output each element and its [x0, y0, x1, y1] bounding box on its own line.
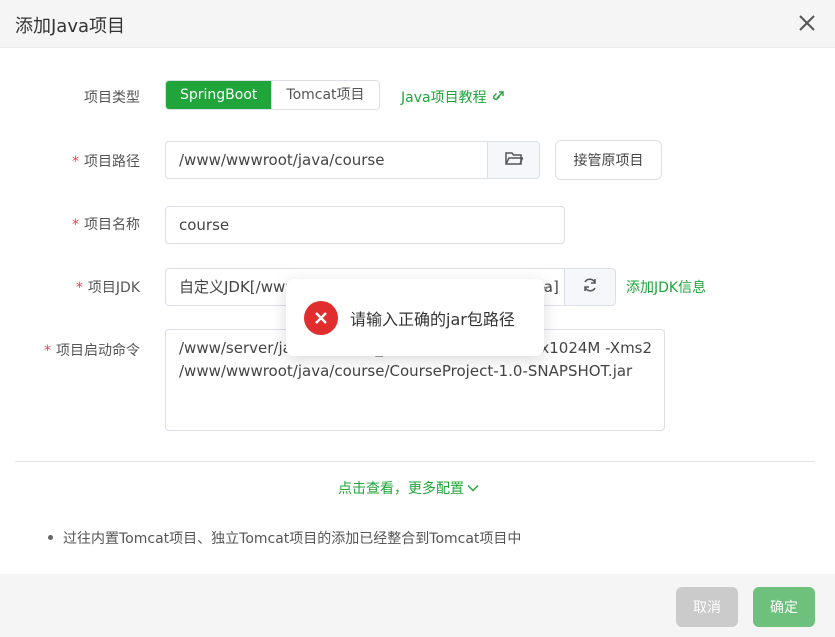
project-path-label: * 项目路径 [72, 154, 140, 170]
divider [15, 461, 815, 462]
option-springboot[interactable]: SpringBoot [166, 81, 272, 109]
project-jdk-label: * 项目JDK [75, 280, 140, 296]
required-mark: * [75, 280, 83, 296]
dialog-title: 添加Java项目 [15, 16, 126, 37]
info-note: 过往内置Tomcat项目、独立Tomcat项目的添加已经整合到Tomcat项目中 [48, 528, 521, 548]
project-type-selector: SpringBoot Tomcat项目 [165, 80, 380, 110]
cancel-button[interactable]: 取消 [676, 587, 738, 627]
chevron-down-icon [464, 481, 480, 497]
project-type-label: 项目类型 [84, 90, 140, 106]
refresh-icon [582, 277, 598, 297]
add-jdk-link[interactable]: 添加JDK信息 [626, 277, 706, 297]
project-name-label: * 项目名称 [72, 217, 140, 233]
folder-icon [504, 150, 524, 170]
required-mark: * [72, 217, 79, 233]
error-toast: 请输入正确的jar包路径 [286, 279, 544, 356]
takeover-project-button[interactable]: 接管原项目 [555, 140, 662, 180]
refresh-jdk-button[interactable] [564, 268, 616, 306]
close-icon[interactable] [797, 13, 817, 33]
external-link-icon [487, 90, 505, 106]
required-mark: * [44, 343, 51, 359]
bullet-icon [48, 535, 53, 540]
project-path-input[interactable]: /www/wwwroot/java/course [165, 141, 489, 179]
start-command-label: * 项目启动命令 [44, 343, 140, 359]
toast-message: 请输入正确的jar包路径 [350, 309, 515, 329]
project-name-input[interactable]: course [165, 206, 565, 244]
command-line-2: /www/wwwroot/java/course/CourseProject-1… [179, 362, 633, 380]
option-tomcat[interactable]: Tomcat项目 [271, 81, 379, 109]
folder-picker-button[interactable] [487, 141, 540, 179]
dialog-header: 添加Java项目 [0, 0, 835, 48]
confirm-button[interactable]: 确定 [753, 587, 815, 627]
required-mark: * [72, 154, 79, 170]
error-icon [304, 300, 338, 335]
java-tutorial-link[interactable]: Java项目教程 [401, 87, 505, 107]
more-config-toggle[interactable]: 点击查看，更多配置 [338, 478, 480, 498]
